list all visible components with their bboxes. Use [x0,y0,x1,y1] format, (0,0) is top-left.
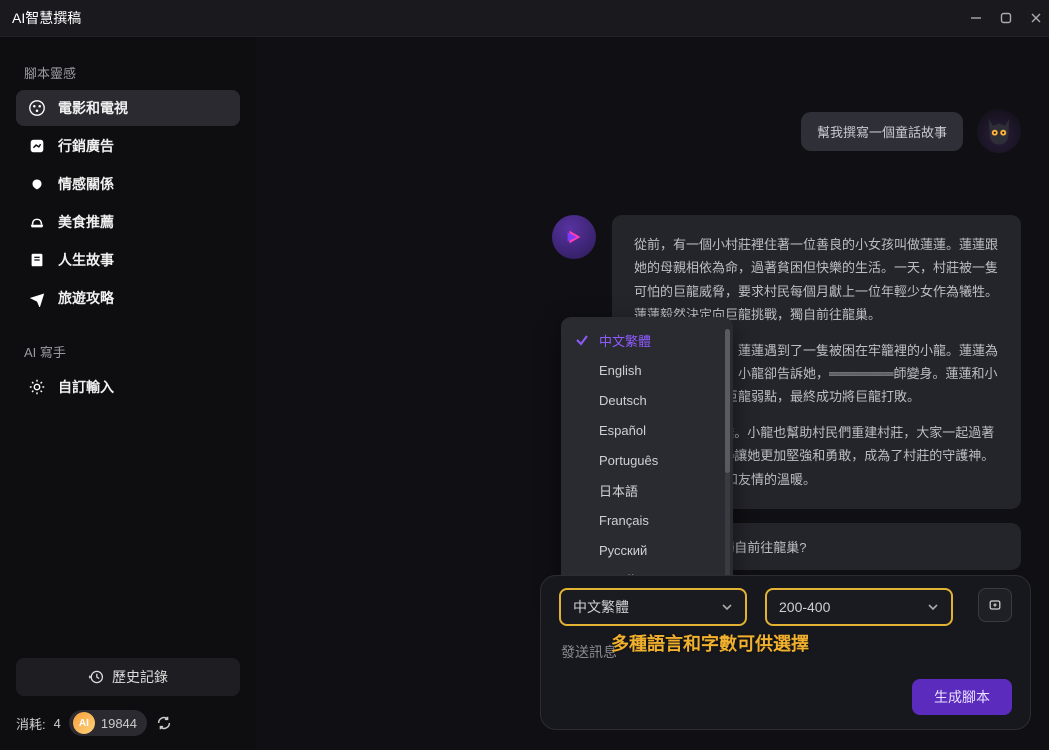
section-label-ai: AI 寫手 [24,342,232,361]
dropdown-option[interactable]: Português [561,445,725,475]
dropdown-option-label: Deutsch [599,393,647,408]
nav-label: 自訂輸入 [58,377,114,397]
message-input[interactable]: 發送訊息 多種語言和字數可供選擇 [559,636,1012,679]
coin-icon: AI [73,712,95,734]
dropdown-option[interactable]: English [561,355,725,385]
chevron-down-icon [927,601,939,613]
minimize-icon[interactable] [969,11,983,25]
nav-item-movies-tv[interactable]: 電影和電視 [16,90,240,126]
nav-label: 行銷廣告 [58,136,114,156]
plane-icon [28,289,46,307]
history-button[interactable]: 歷史記錄 [16,658,240,696]
hands-icon [28,175,46,193]
nav-label: 美食推薦 [58,212,114,232]
generate-button[interactable]: 生成腳本 [912,679,1012,715]
nav-item-emotion[interactable]: 情感關係 [16,166,240,202]
sidebar-footer: 消耗: 4 AI 19844 [16,710,240,736]
dropdown-option[interactable]: Русский [561,535,725,565]
gear-icon [28,378,46,396]
dropdown-option-label: Русский [599,543,647,558]
close-icon[interactable] [1029,11,1043,25]
nav-label: 旅遊攻略 [58,288,114,308]
nav-ai: 自訂輸入 [16,369,240,405]
food-icon [28,213,46,231]
nav-item-travel[interactable]: 旅遊攻略 [16,280,240,316]
content-area: 幫我撰寫一個童話故事 從前，有一個小村莊裡住著一位善良的小女孩叫做蓮蓮。蓮蓮跟她… [256,36,1049,750]
user-message-bubble: 幫我撰寫一個童話故事 [801,112,963,151]
nav-item-marketing[interactable]: 行銷廣告 [16,128,240,164]
titlebar: AI智慧撰稿 [0,0,1049,36]
dropdown-option[interactable]: Français [561,505,725,535]
dropdown-option[interactable]: 日本語 [561,475,725,505]
user-avatar[interactable] [977,109,1021,153]
annotation-text: 多種語言和字數可供選擇 [611,630,809,656]
app-title: AI智慧撰稿 [12,8,81,28]
user-message-row: 幫我撰寫一個童話故事 [801,109,1021,153]
nav-item-life[interactable]: 人生故事 [16,242,240,278]
composer: 中文繁體 200-400 發送訊息 多種語言和字數可供選擇 生成腳本 [540,575,1031,730]
history-icon [88,669,104,685]
history-label: 歷史記錄 [112,667,168,687]
chevron-down-icon [721,601,733,613]
check-icon [575,333,589,347]
dropdown-option-label: 中文繁體 [599,331,651,350]
chart-icon [28,137,46,155]
nav-label: 人生故事 [58,250,114,270]
nav-item-custom-input[interactable]: 自訂輸入 [16,369,240,405]
book-icon [28,251,46,269]
language-dropdown[interactable]: 中文繁體 English Deutsch Español Português 日… [561,317,733,603]
credit-pill[interactable]: AI 19844 [69,710,147,736]
consumption-value: 4 [54,716,61,731]
nav-label: 電影和電視 [58,98,128,118]
film-icon [28,99,46,117]
ai-avatar [552,215,596,259]
dropdown-option-label: English [599,363,642,378]
credit-count: 19844 [101,716,137,731]
refresh-icon[interactable] [155,714,173,732]
length-select[interactable]: 200-400 [765,588,953,626]
dropdown-option[interactable]: Español [561,415,725,445]
add-button[interactable] [978,588,1012,622]
dropdown-option[interactable]: Deutsch [561,385,725,415]
language-select-value: 中文繁體 [573,597,629,617]
dropdown-scrollbar[interactable] [725,329,730,591]
nav-scripts: 電影和電視 行銷廣告 情感關係 美食推薦 人生故事 旅遊攻略 [16,90,240,316]
consumption-label: 消耗: [16,714,46,733]
window-controls [969,0,1043,36]
dropdown-option[interactable]: 中文繁體 [561,325,725,355]
section-label-scripts: 腳本靈感 [24,63,232,82]
ai-paragraph: 從前，有一個小村莊裡住著一位善良的小女孩叫做蓮蓮。蓮蓮跟她的母親相依為命，過著貧… [634,233,999,327]
nav-item-food[interactable]: 美食推薦 [16,204,240,240]
dropdown-option-label: Français [599,513,649,528]
dropdown-option-label: Español [599,423,646,438]
dropdown-option-label: 日本語 [599,481,638,500]
language-select[interactable]: 中文繁體 [559,588,747,626]
nav-label: 情感關係 [58,174,114,194]
sidebar: 腳本靈感 電影和電視 行銷廣告 情感關係 美食推薦 人生故事 [0,36,256,750]
dropdown-option-label: Português [599,453,658,468]
maximize-icon[interactable] [999,11,1013,25]
length-select-value: 200-400 [779,599,830,615]
